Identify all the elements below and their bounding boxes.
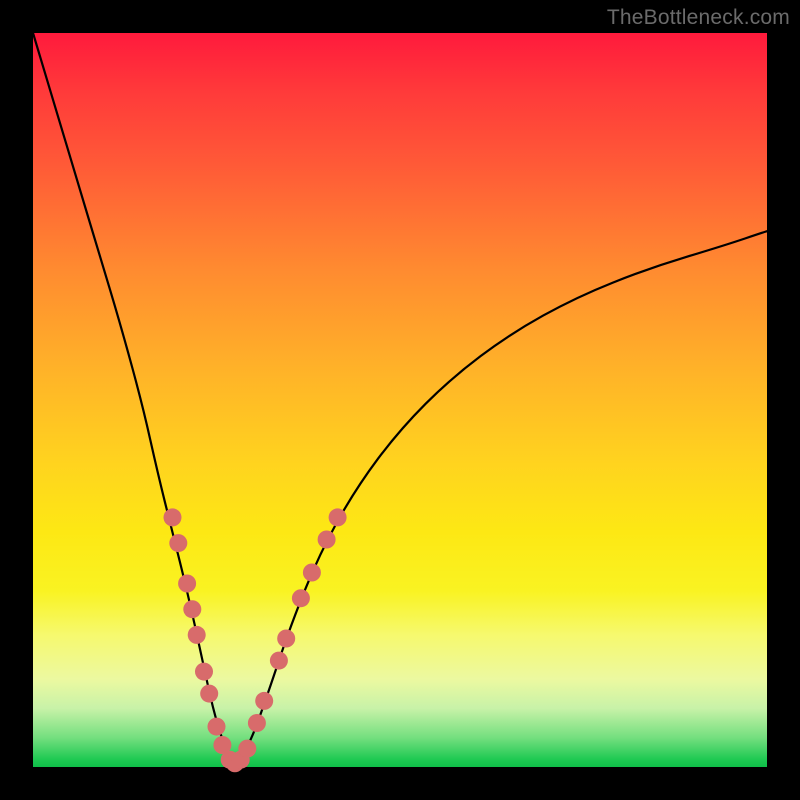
sample-point	[277, 630, 295, 648]
chart-overlay	[33, 33, 767, 767]
sample-point	[195, 663, 213, 681]
chart-frame: TheBottleneck.com	[0, 0, 800, 800]
watermark-text: TheBottleneck.com	[607, 6, 790, 30]
sample-point	[169, 534, 187, 552]
sample-point	[238, 740, 256, 758]
sample-point	[178, 575, 196, 593]
sample-points-group	[164, 508, 347, 772]
sample-point	[255, 692, 273, 710]
sample-point	[292, 589, 310, 607]
sample-point	[270, 652, 288, 670]
sample-point	[248, 714, 266, 732]
sample-point	[200, 685, 218, 703]
sample-point	[318, 531, 336, 549]
sample-point	[164, 508, 182, 526]
sample-point	[303, 564, 321, 582]
sample-point	[208, 718, 226, 736]
sample-point	[329, 508, 347, 526]
sample-point	[188, 626, 206, 644]
bottleneck-curve	[33, 33, 767, 759]
sample-point	[183, 600, 201, 618]
